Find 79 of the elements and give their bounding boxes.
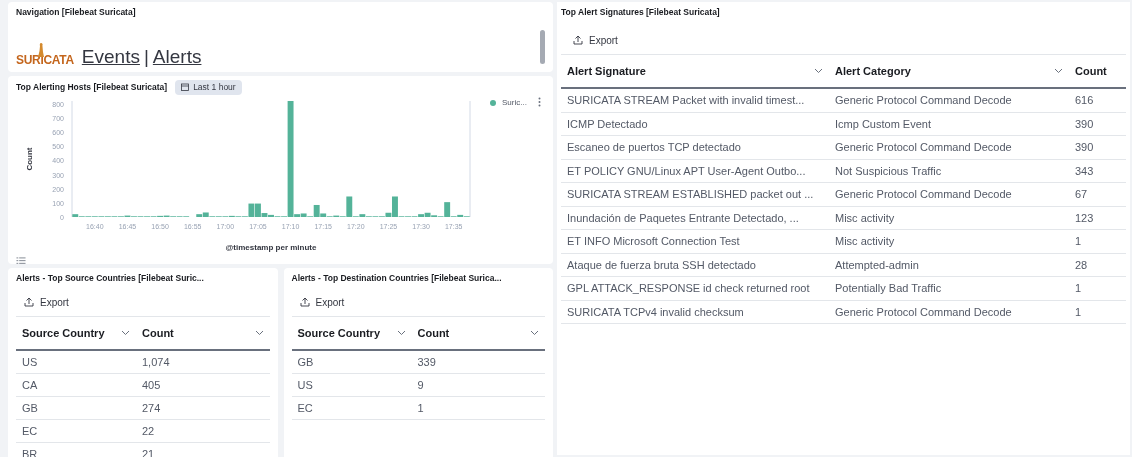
export-button[interactable]: Export: [291, 290, 353, 314]
table-cell-text: SURICATA STREAM ESTABLISHED packet out ...: [566, 187, 815, 203]
table-cell-text: 9: [416, 378, 425, 393]
y-axis-label: Count: [25, 147, 34, 171]
table-cell-text: 390: [1074, 140, 1095, 156]
export-icon: [299, 297, 310, 308]
table-cell-text: Icmp Custom Event: [834, 116, 932, 132]
caret-icon: [530, 330, 539, 336]
x-axis-label: @timestamp per minute: [225, 242, 317, 252]
caret-icon: [814, 68, 823, 74]
table-cell-text: GB: [21, 401, 39, 416]
table-cell-text: GPL ATTACK_RESPONSE id check returned root: [566, 281, 811, 297]
column-header[interactable]: Alert Category: [829, 54, 1069, 88]
table-cell-text: Inundación de Paquetes Entrante Detectado, ...: [566, 210, 800, 226]
more-options-icon[interactable]: [538, 96, 541, 107]
panel-title: Alerts - Top Source Countries [Filebeat Suric...: [16, 272, 205, 285]
logo: SURICATA: [16, 54, 74, 66]
link-separator: |: [143, 47, 149, 66]
table-cell-text: Escaneo de puertos TCP detectado: [566, 140, 742, 156]
table-cell-text: 1,074: [141, 355, 171, 370]
column-header[interactable]: Alert Signature: [561, 54, 829, 88]
events-link[interactable]: Events: [81, 47, 140, 66]
caret-icon: [1054, 68, 1063, 74]
caret-icon: [121, 330, 130, 336]
export-icon: [573, 35, 583, 46]
table-cell-text: US: [296, 378, 314, 393]
panel-title: Top Alert Signatures [Filebeat Suricata]: [561, 6, 721, 19]
column-header[interactable]: Count: [136, 316, 270, 350]
table-cell-text: 1: [1074, 304, 1083, 320]
table-cell-text: 28: [1074, 257, 1089, 273]
export-button[interactable]: Export: [16, 290, 77, 314]
table-cell-text: Ataque de fuerza bruta SSH detectado: [566, 257, 757, 273]
table-cell-text: Misc activity: [834, 210, 896, 226]
export-icon: [24, 297, 34, 308]
table-cell-text: 1: [416, 401, 425, 416]
table-cell-text: SURICATA TCPv4 invalid checksum: [566, 304, 745, 320]
caret-icon: [254, 330, 264, 336]
panel-title: Top Alerting Hosts [Filebeat Suricata]: [16, 81, 168, 94]
caret-icon: [396, 330, 406, 336]
table-cell-text: EC: [296, 401, 314, 416]
column-header[interactable]: Source Country: [16, 316, 136, 350]
table-cell-text: CA: [21, 378, 39, 393]
table-cell-text: 405: [141, 378, 162, 393]
column-header[interactable]: Source Country: [291, 316, 412, 350]
table-cell-text: 390: [1074, 116, 1095, 132]
table-cell-text: 616: [1074, 93, 1095, 109]
table-cell-text: Misc activity: [834, 234, 896, 250]
table-cell-text: ICMP Detectado: [566, 116, 649, 132]
table-cell-text: GB: [296, 355, 315, 370]
table-cell-text: Potentially Bad Traffic: [834, 281, 943, 297]
panel-title: Navigation [Filebeat Suricata]: [16, 6, 137, 19]
table-cell-text: ET INFO Microsoft Connection Test: [566, 234, 741, 250]
column-header[interactable]: Count: [411, 316, 545, 350]
table-cell-text: 123: [1074, 210, 1095, 226]
column-header[interactable]: Count: [1069, 54, 1126, 88]
export-button[interactable]: Export: [565, 28, 626, 52]
table-cell-text: Generic Protocol Command Decode: [834, 93, 1013, 109]
table-cell-text: Generic Protocol Command Decode: [834, 187, 1013, 203]
table-cell-text: 343: [1074, 163, 1095, 179]
legend-label[interactable]: Suric...: [502, 96, 527, 109]
time-range-badge[interactable]: Last 1 hour: [175, 80, 242, 95]
table-cell-text: ET POLICY GNU/Linux APT User-Agent Outbo...: [566, 163, 807, 179]
table-cell-text: 22: [141, 424, 156, 439]
panel-title: Alerts - Top Destination Countries [Filebeat Surica...: [291, 272, 503, 285]
table-cell-text: EC: [21, 424, 39, 439]
table-cell-text: 339: [416, 355, 437, 370]
table-cell-text: Attempted-admin: [834, 257, 920, 273]
table-cell-text: 67: [1074, 187, 1089, 203]
legend-toggle-icon[interactable]: [16, 256, 26, 264]
table-cell-text: 274: [141, 401, 162, 416]
table-cell-text: 1: [1074, 281, 1083, 297]
table-cell-text: Generic Protocol Command Decode: [834, 304, 1013, 320]
calendar-icon: [181, 83, 190, 92]
alerts-link[interactable]: Alerts: [152, 47, 202, 66]
table-cell-text: US: [21, 355, 39, 370]
table-cell-text: Not Suspicious Traffic: [834, 163, 943, 179]
table-cell-text: Generic Protocol Command Decode: [834, 140, 1013, 156]
table-cell-text: SURICATA STREAM Packet with invalid timest...: [566, 93, 806, 109]
table-cell-text: 1: [1074, 234, 1083, 250]
